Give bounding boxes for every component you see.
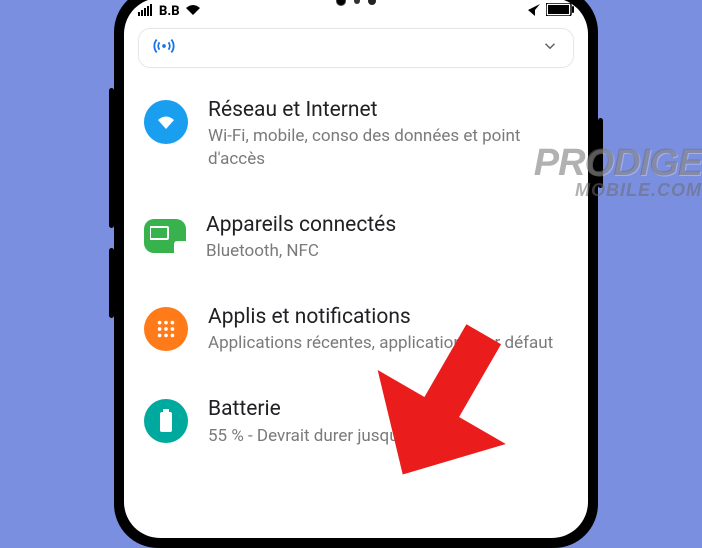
side-button [109, 248, 114, 318]
volume-button [109, 88, 114, 228]
settings-row-battery[interactable]: Batterie 55 % - Devrait durer jusqu'à en… [134, 381, 578, 447]
signal-icon [138, 4, 154, 20]
settings-row-apps[interactable]: Applis et notifications Applications réc… [134, 289, 578, 381]
carrier-label: B.B [159, 4, 180, 19]
settings-list: Réseau et Internet Wi-Fi, mobile, conso … [124, 82, 588, 447]
apps-icon [144, 307, 188, 351]
settings-row-devices[interactable]: Appareils connectés Bluetooth, NFC [134, 197, 578, 289]
wifi-icon [144, 100, 188, 144]
chevron-down-icon[interactable] [541, 37, 559, 59]
row-title: Batterie [208, 397, 568, 422]
wifi-status-icon [185, 4, 201, 20]
battery-icon [144, 399, 188, 443]
location-icon [528, 4, 540, 20]
screen: B.B [124, 0, 588, 538]
power-button [598, 118, 603, 188]
row-subtitle: 55 % - Devrait durer jusqu'à environ [208, 425, 568, 448]
settings-row-network[interactable]: Réseau et Internet Wi-Fi, mobile, conso … [134, 82, 578, 197]
row-subtitle: Bluetooth, NFC [206, 240, 568, 263]
hotspot-icon [153, 35, 175, 61]
notch [336, 0, 376, 6]
row-subtitle: Wi-Fi, mobile, conso des données et poin… [208, 125, 568, 171]
row-title: Appareils connectés [206, 213, 568, 238]
battery-status-icon [546, 3, 574, 20]
row-title: Réseau et Internet [208, 98, 568, 123]
row-subtitle: Applications récentes, applications par … [208, 332, 568, 355]
phone-frame: B.B [114, 0, 598, 548]
row-title: Applis et notifications [208, 305, 568, 330]
devices-icon [144, 219, 186, 253]
quick-settings-card[interactable] [138, 28, 574, 68]
